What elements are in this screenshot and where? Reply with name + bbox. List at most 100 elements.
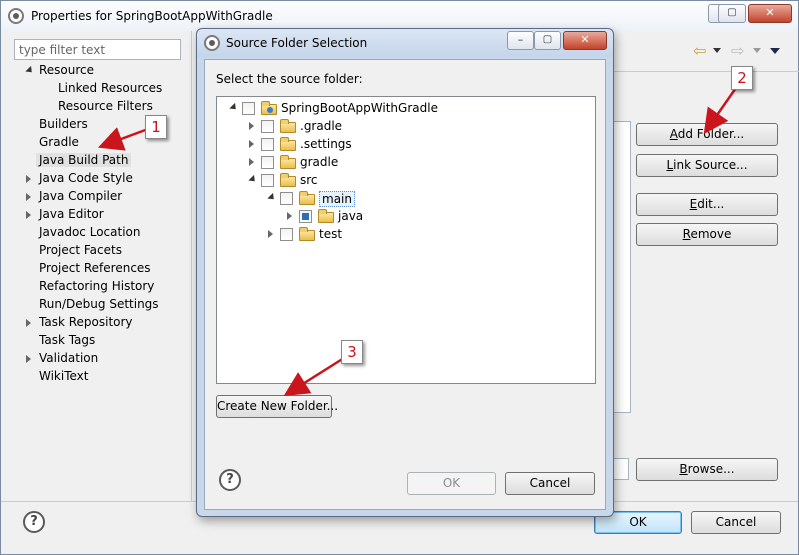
sidebar-item[interactable]: Java Editor: [26, 207, 104, 224]
sidebar-item[interactable]: Run/Debug Settings: [39, 297, 159, 314]
sidebar-item[interactable]: Task Repository: [26, 315, 133, 332]
edit-button[interactable]: Edit...: [636, 193, 778, 216]
sidebar-item[interactable]: WikiText: [39, 369, 89, 386]
help-icon[interactable]: ?: [23, 511, 45, 533]
sidebar-item[interactable]: Project References: [39, 261, 151, 278]
folder-tree-label[interactable]: SpringBootAppWithGradle: [281, 101, 438, 115]
dialog-cancel-button[interactable]: Cancel: [505, 472, 595, 495]
checkbox[interactable]: [280, 228, 293, 241]
forward-history-dropdown-icon[interactable]: [753, 48, 761, 53]
folder-tree-label[interactable]: test: [319, 227, 342, 241]
checkbox-checked[interactable]: [299, 210, 312, 223]
checkbox[interactable]: [261, 120, 274, 133]
browse-button[interactable]: Browse...: [636, 458, 778, 481]
add-folder-button[interactable]: Add Folder...: [636, 123, 778, 146]
checkbox[interactable]: [261, 174, 274, 187]
sidebar-item[interactable]: Refactoring History: [39, 279, 154, 296]
folder-tree-label[interactable]: .settings: [300, 137, 352, 151]
filter-input[interactable]: [14, 39, 181, 60]
checkbox[interactable]: [261, 138, 274, 151]
sidebar-item-label: Java Editor: [39, 207, 104, 221]
sidebar-item-label: Java Compiler: [39, 189, 123, 203]
collapsed-triangle-icon[interactable]: [26, 175, 31, 183]
collapsed-triangle-icon[interactable]: [26, 319, 31, 327]
dialog-app-icon: [204, 35, 220, 51]
collapsed-triangle-icon[interactable]: [249, 122, 254, 130]
sidebar-item-label: Project Facets: [39, 243, 122, 257]
sidebar-item[interactable]: Resource: [25, 63, 95, 80]
sidebar-item[interactable]: Java Compiler: [26, 189, 123, 206]
maximize-button[interactable]: ▢: [718, 4, 746, 23]
create-new-folder-button[interactable]: Create New Folder...: [216, 395, 338, 418]
sidebar-item-label: Linked Resources: [58, 81, 163, 95]
expanded-triangle-icon[interactable]: [248, 174, 258, 185]
sidebar-item[interactable]: Gradle: [39, 135, 79, 152]
select-folder-prompt: Select the source folder:: [216, 72, 363, 86]
collapsed-triangle-icon[interactable]: [249, 140, 254, 148]
folder-tree-label[interactable]: gradle: [300, 155, 338, 169]
collapsed-triangle-icon[interactable]: [287, 212, 292, 220]
remove-label: emove: [690, 227, 732, 241]
folder-icon: [318, 209, 334, 223]
window-title: Properties for SpringBootAppWithGradle: [31, 9, 273, 23]
link-source-button[interactable]: Link Source...: [636, 154, 778, 177]
cancel-button[interactable]: Cancel: [691, 511, 781, 534]
sidebar-item-label: Gradle: [39, 135, 79, 149]
sidebar-item[interactable]: Resource Filters: [58, 99, 153, 116]
main-titlebar[interactable]: Properties for SpringBootAppWithGradle –…: [1, 1, 798, 31]
source-folder-selection-dialog: Source Folder Selection – ▢ ✕ Select the…: [196, 28, 614, 517]
folder-icon: [280, 173, 296, 187]
checkbox[interactable]: [242, 102, 255, 115]
collapsed-triangle-icon[interactable]: [26, 193, 31, 201]
back-history-dropdown-icon[interactable]: [713, 48, 721, 53]
remove-button[interactable]: Remove: [636, 223, 778, 246]
folder-tree-label[interactable]: main: [319, 191, 355, 207]
sidebar-item[interactable]: Builders: [39, 117, 88, 134]
sidebar-item-label: Task Repository: [39, 315, 133, 329]
sidebar-item[interactable]: Task Tags: [39, 333, 95, 350]
folder-tree-label[interactable]: java: [338, 209, 363, 223]
folder-icon: [299, 191, 315, 205]
expanded-triangle-icon[interactable]: [267, 192, 277, 203]
sidebar-item-label: Task Tags: [39, 333, 96, 347]
dialog-titlebar[interactable]: Source Folder Selection – ▢ ✕: [197, 29, 613, 57]
dialog-help-icon[interactable]: ?: [219, 469, 241, 491]
forward-arrow-icon[interactable]: ⇨: [731, 41, 744, 60]
collapsed-triangle-icon[interactable]: [26, 355, 31, 363]
sidebar-item[interactable]: Linked Resources: [58, 81, 162, 98]
dialog-ok-button[interactable]: OK: [407, 472, 496, 495]
folder-icon: [280, 155, 296, 169]
sidebar-item-label: Refactoring History: [39, 279, 155, 293]
sidebar-item-label: Resource Filters: [58, 99, 153, 113]
source-folder-tree[interactable]: SpringBootAppWithGradle .gradle .settings g…: [216, 96, 596, 384]
browse-label: rowse...: [687, 462, 735, 476]
sidebar-divider[interactable]: [191, 31, 192, 501]
sidebar-item[interactable]: Java Build Path: [36, 153, 132, 170]
dialog-client-area: Select the source folder: SpringBootAppW…: [204, 59, 606, 510]
collapsed-triangle-icon[interactable]: [268, 230, 273, 238]
sidebar-item[interactable]: Java Code Style: [26, 171, 133, 188]
folder-tree-label[interactable]: .gradle: [300, 119, 342, 133]
checkbox[interactable]: [261, 156, 274, 169]
sidebar-item-label: Resource: [39, 63, 95, 77]
back-arrow-icon[interactable]: ⇦: [693, 41, 706, 60]
close-button[interactable]: ✕: [748, 4, 792, 23]
expanded-triangle-icon[interactable]: [25, 65, 35, 76]
link-source-label: ink Source...: [673, 158, 748, 172]
folder-tree-label[interactable]: src: [300, 173, 318, 187]
checkbox[interactable]: [280, 192, 293, 205]
view-menu-icon[interactable]: [770, 48, 780, 54]
dialog-maximize-button[interactable]: ▢: [534, 31, 561, 50]
browse-mnemonic: B: [679, 462, 688, 476]
expanded-triangle-icon[interactable]: [229, 102, 239, 113]
dialog-minimize-button[interactable]: –: [507, 31, 534, 50]
sidebar-item-label: Java Build Path: [36, 153, 132, 167]
annotation-label-2: 2: [731, 66, 753, 90]
dialog-close-button[interactable]: ✕: [563, 31, 607, 50]
collapsed-triangle-icon[interactable]: [26, 211, 31, 219]
sidebar-item[interactable]: Validation: [26, 351, 98, 368]
collapsed-triangle-icon[interactable]: [249, 158, 254, 166]
sidebar-item[interactable]: Javadoc Location: [39, 225, 140, 242]
sidebar-item[interactable]: Project Facets: [39, 243, 122, 260]
header-separator: [613, 71, 799, 72]
